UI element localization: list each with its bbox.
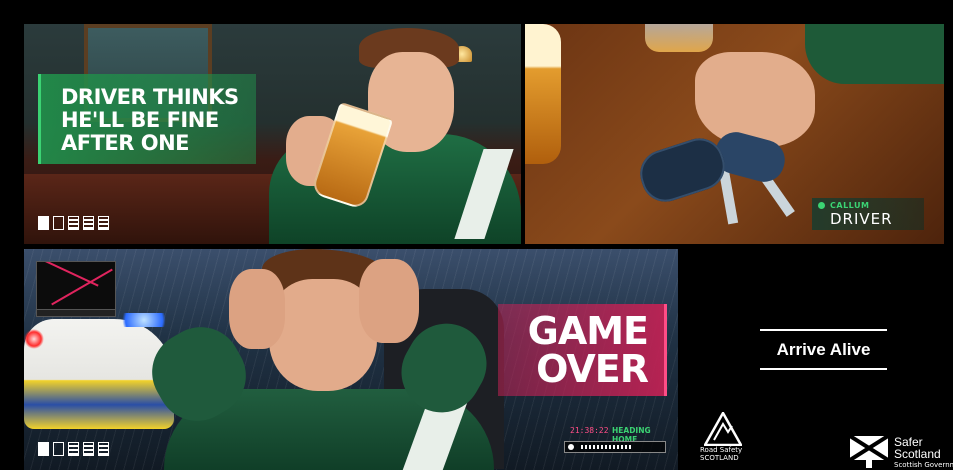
player-name: CALLUM [830,201,870,210]
player-icon [818,202,825,209]
headline-line-1: DRIVER THINKS [61,85,239,109]
driver-hand-left [229,269,285,349]
hud-time: 21:38:22 [570,426,609,435]
slogan-rule-top [760,329,887,331]
glass-empty-icon [53,442,64,456]
minimap-route [43,262,99,287]
player-role: DRIVER [830,210,893,228]
saltire-emblem-icon [850,436,888,468]
driver-hand-right [359,259,419,343]
pint-glass [525,24,561,164]
glass-full-icon [38,442,49,456]
scottish-government-text: Scottish Government [894,461,953,469]
jacket-sleeve [805,24,944,84]
slot-icon [98,216,109,230]
slot-icon [83,442,94,456]
game-over-banner: GAME OVER [498,304,667,396]
headline-line-3: AFTER ONE [61,131,190,155]
slot-icon [68,442,79,456]
minimap [36,261,116,311]
glass-full-icon [38,216,49,230]
road-safety-scotland-text: SCOTLAND [700,454,739,462]
panel-car-keys: CALLUM DRIVER [525,24,944,244]
road-safety-text: Road Safety [700,446,743,454]
journey-progress-fill [581,445,633,449]
slot-icon [83,216,94,230]
headline-line-2: HE'LL BE FINE [61,108,219,132]
player-icon [568,444,574,450]
drink-status-bar [38,442,109,456]
game-over-line-2: OVER [536,347,649,391]
journey-progress-bar [564,441,666,453]
campaign-slogan: Arrive Alive [776,340,871,359]
minimap-route [51,268,113,306]
panel-pub-scene: DRIVER THINKS HE'LL BE FINE AFTER ONE [24,24,521,244]
scotland-text: Scotland [894,447,941,461]
minimap-bar [36,309,116,317]
whisky-glass [645,24,713,52]
headline-banner: DRIVER THINKS HE'LL BE FINE AFTER ONE [38,74,256,164]
journey-hud: 21:38:22 HEADING HOME [564,425,668,457]
road-safety-scotland-logo: Road Safety SCOTLAND [700,412,746,462]
slot-icon [98,442,109,456]
red-light [24,329,44,349]
game-over-line-1: GAME [527,309,649,353]
blue-siren-light [114,313,174,327]
slot-icon [68,216,79,230]
panel-game-over: GAME OVER 21:38:22 HEADING HOME [24,249,678,470]
drink-status-bar [38,216,109,230]
hand-holding-keys [695,52,815,147]
glass-empty-icon [53,216,64,230]
slogan-rule-bottom [760,368,887,370]
player-tag: CALLUM DRIVER [812,198,924,230]
road-safety-emblem-icon [704,412,742,446]
